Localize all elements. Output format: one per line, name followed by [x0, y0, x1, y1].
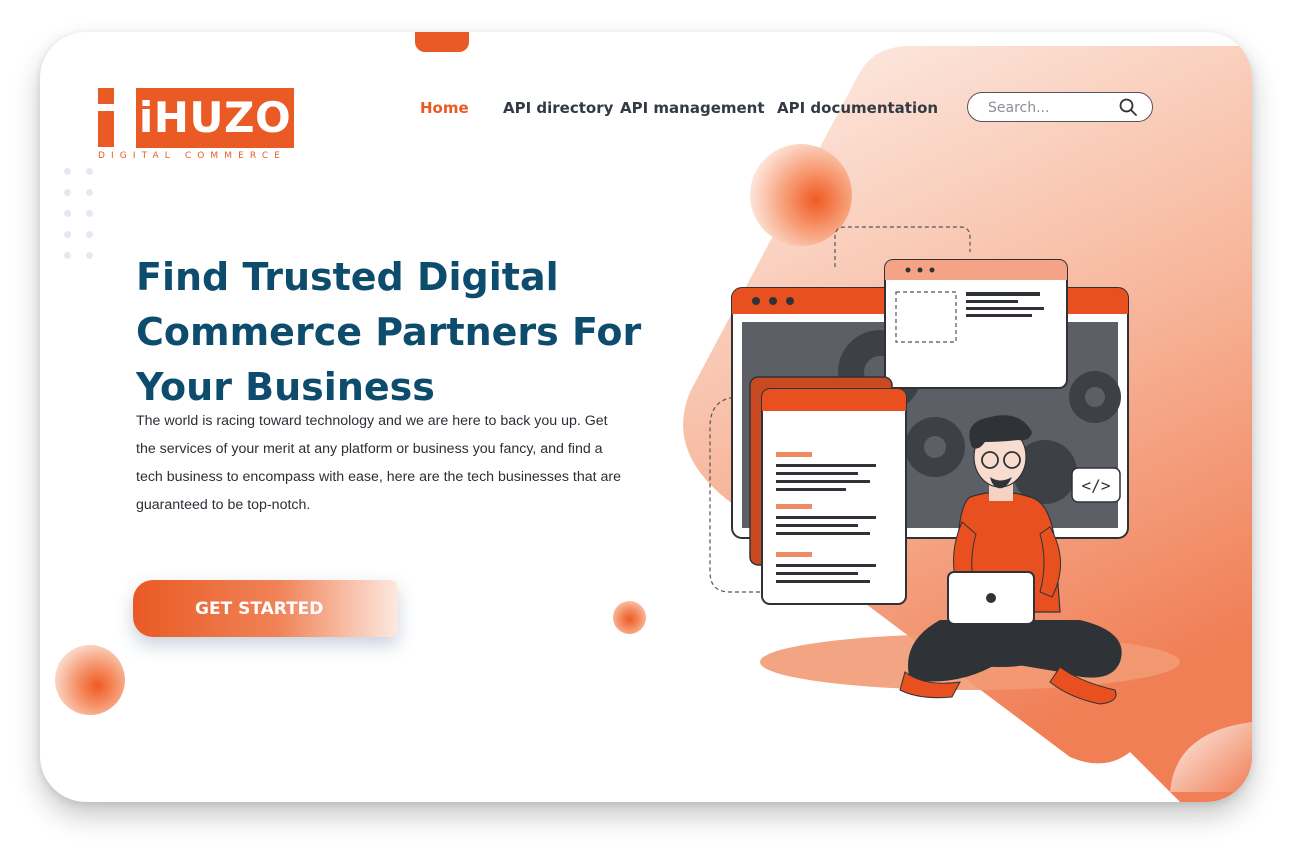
code-tag-icon: </> — [1082, 476, 1111, 495]
search-input[interactable] — [986, 97, 1110, 119]
decorative-dots — [64, 168, 104, 268]
page-card: iHUZO DIGITAL COMMERCE Home API director… — [40, 32, 1252, 802]
brand-logo[interactable]: iHUZO DIGITAL COMMERCE — [98, 88, 308, 168]
logo-mark-bottom — [98, 111, 114, 147]
logo-tagline: DIGITAL COMMERCE — [98, 151, 287, 161]
decorative-ball — [613, 601, 646, 634]
hero-title: Find Trusted Digital Commerce Partners F… — [136, 250, 696, 415]
nav-home[interactable]: Home — [420, 99, 469, 117]
developer-illustration: </> — [709, 226, 1180, 705]
nav-api-management[interactable]: API management — [620, 99, 765, 117]
decorative-ball — [55, 645, 125, 715]
hero-description: The world is racing toward technology an… — [136, 413, 622, 513]
nav-api-directory[interactable]: API directory — [503, 99, 613, 117]
hero-title-line: Commerce Partners For — [136, 310, 642, 354]
search-box — [967, 92, 1153, 122]
get-started-button[interactable]: GET STARTED — [133, 580, 398, 637]
top-tab-accent — [415, 32, 469, 52]
nav-api-documentation[interactable]: API documentation — [777, 99, 938, 117]
search-icon[interactable] — [1118, 97, 1138, 117]
logo-wordmark: iHUZO — [136, 88, 294, 148]
logo-mark-top — [98, 88, 114, 104]
hero-title-line: Find Trusted Digital — [136, 255, 559, 299]
